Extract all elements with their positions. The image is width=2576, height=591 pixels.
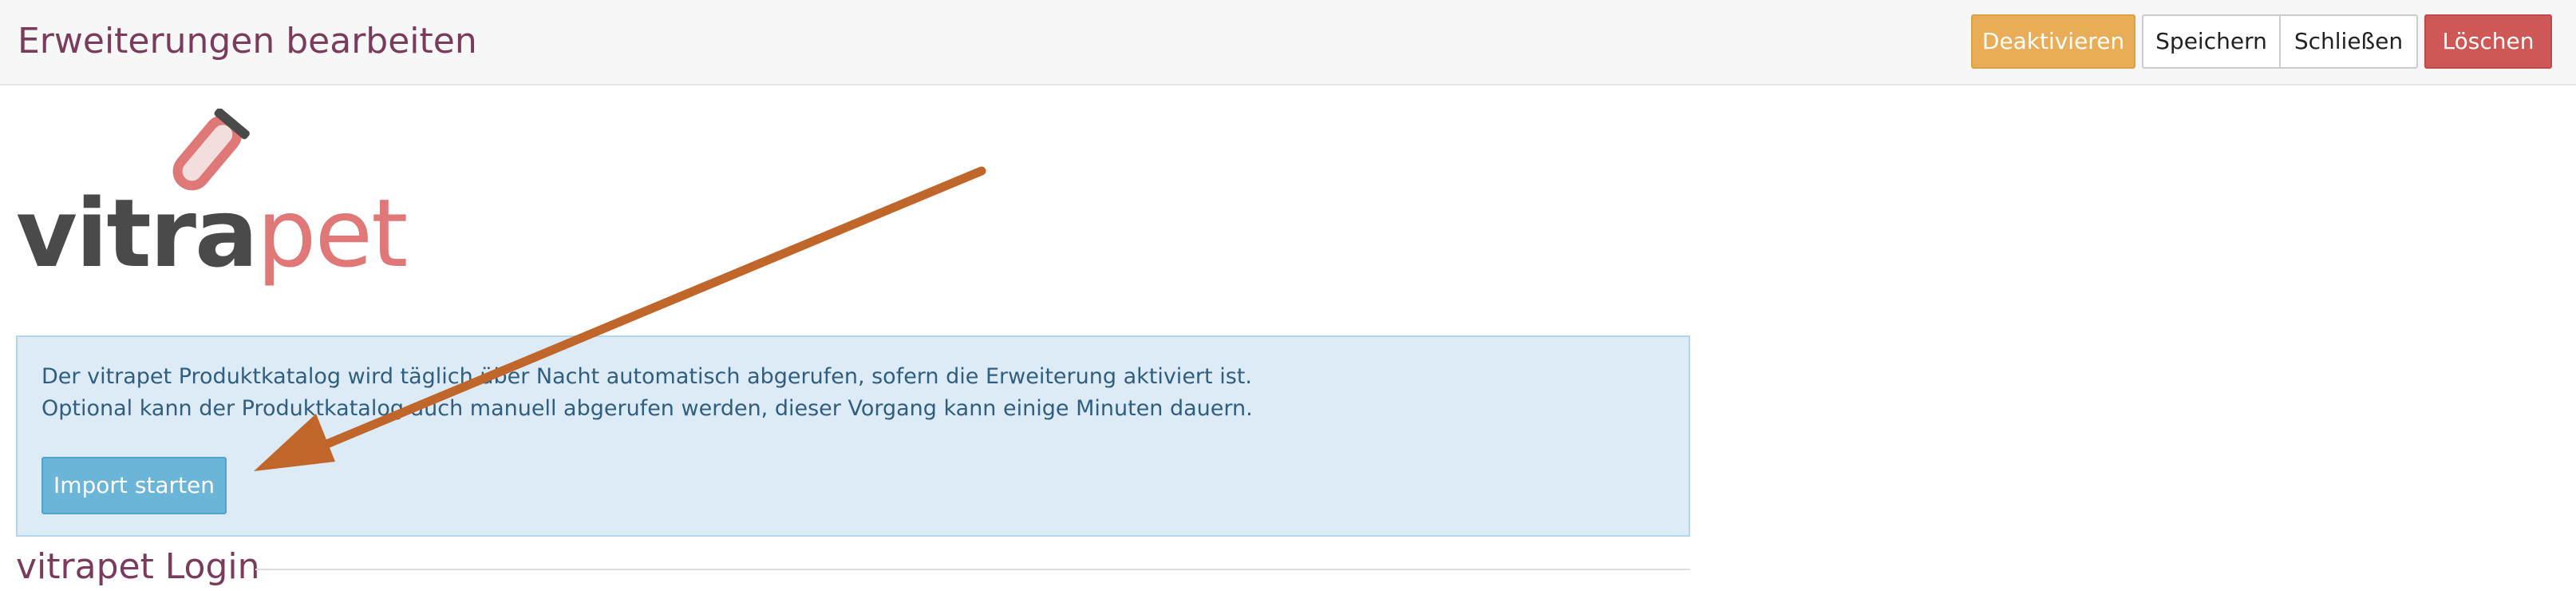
top-toolbar: Erweiterungen bearbeiten Deaktivieren Sp…	[0, 0, 2576, 85]
vitrapet-logo: vitrapet	[16, 109, 408, 281]
info-text-line-1: Der vitrapet Produktkatalog wird täglich…	[41, 364, 1252, 389]
save-button[interactable]: Speichern	[2142, 14, 2281, 69]
logo-text-light: pet	[256, 178, 409, 288]
logo-wordmark: vitrapet	[16, 185, 408, 281]
info-text-line-2: Optional kann der Produktkatalog auch ma…	[41, 396, 1253, 421]
import-start-button[interactable]: Import starten	[41, 457, 227, 514]
delete-button[interactable]: Löschen	[2424, 14, 2552, 69]
close-button[interactable]: Schließen	[2279, 14, 2418, 69]
import-info-box: Der vitrapet Produktkatalog wird täglich…	[16, 335, 1690, 537]
deactivate-button[interactable]: Deaktivieren	[1971, 14, 2135, 69]
page-title: Erweiterungen bearbeiten	[18, 21, 477, 61]
login-section-heading: vitrapet Login	[16, 546, 260, 587]
logo-text-dark: vitra	[16, 178, 259, 288]
